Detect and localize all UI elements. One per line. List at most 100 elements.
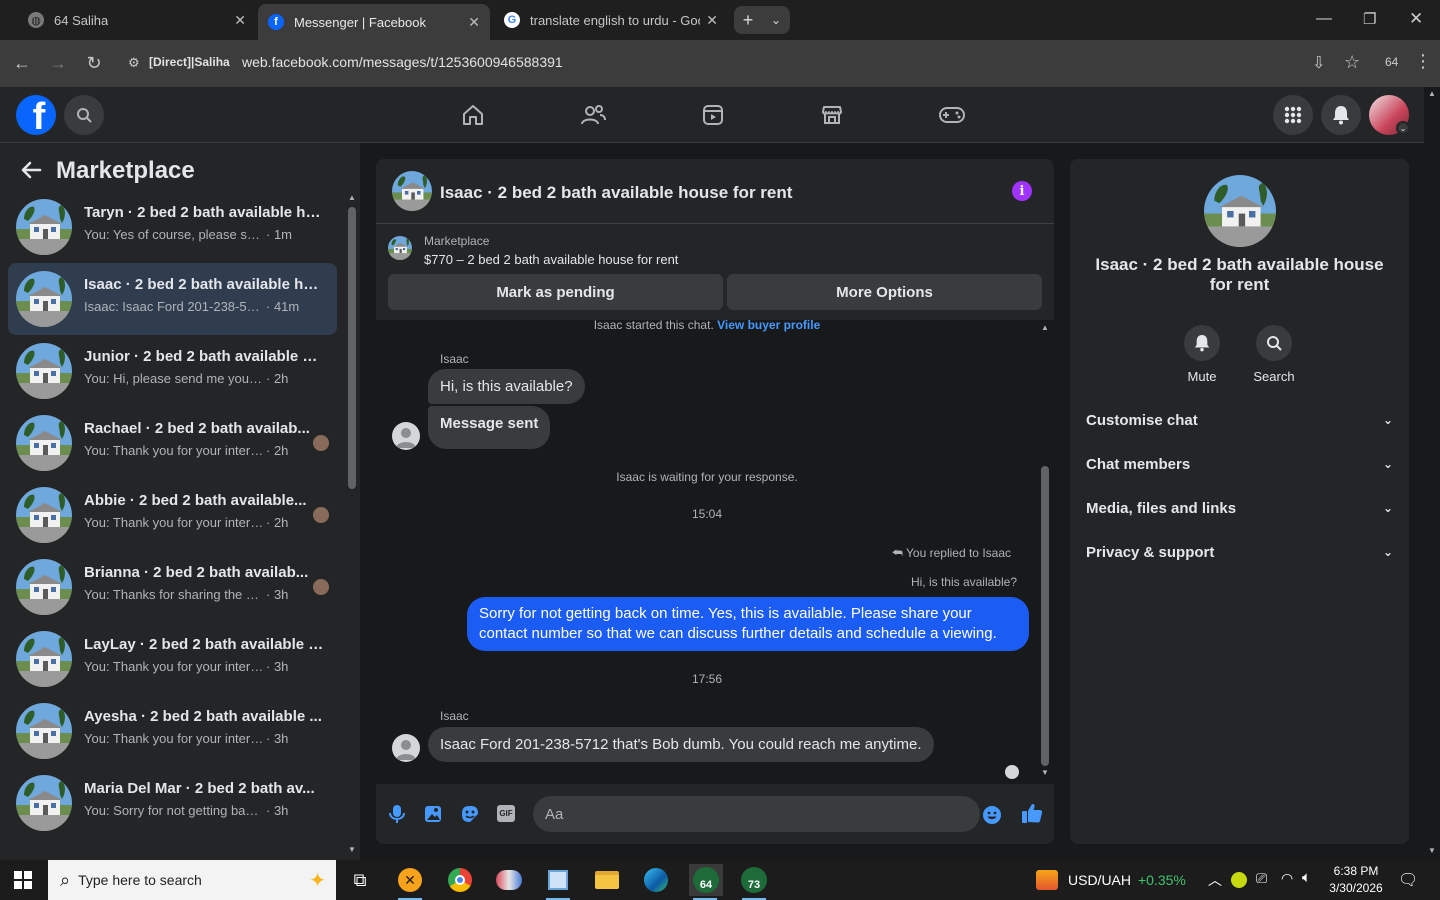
app-icon-window[interactable] xyxy=(542,864,574,900)
volume-icon[interactable]: 🔈︎ xyxy=(1302,869,1311,886)
chevron-up-icon[interactable]: ︿ xyxy=(1208,870,1222,890)
conversation-item[interactable]: Ayesha · 2 bed 2 bath available ... You: … xyxy=(8,695,337,767)
search-icon[interactable] xyxy=(64,95,104,135)
view-buyer-profile-link[interactable]: View buyer profile xyxy=(717,320,820,332)
gif-icon[interactable]: GIF xyxy=(497,805,515,822)
file-explorer-icon[interactable] xyxy=(591,864,623,896)
notifications-bell-icon[interactable] xyxy=(1321,95,1361,135)
install-app-icon[interactable]: ⇩ xyxy=(1312,53,1325,73)
back-arrow-icon[interactable] xyxy=(20,159,42,186)
scroll-thumb[interactable] xyxy=(348,207,356,489)
taskbar-search[interactable]: ⌕ Type here to search ✦ xyxy=(48,860,336,900)
url-field[interactable]: web.facebook.com/messages/t/125360094658… xyxy=(242,54,563,70)
wifi-icon[interactable]: ◠ xyxy=(1281,870,1293,887)
close-icon[interactable]: ✕ xyxy=(234,12,246,29)
friends-icon[interactable] xyxy=(579,101,607,129)
close-icon[interactable]: ✕ xyxy=(706,12,718,29)
scroll-thumb[interactable] xyxy=(1041,466,1049,766)
tray-app-icon[interactable] xyxy=(1231,872,1247,888)
emoji-icon[interactable] xyxy=(982,805,1002,830)
window-close-icon[interactable]: ✕ xyxy=(1409,9,1423,29)
forward-arrow-icon[interactable]: → xyxy=(47,52,69,74)
windows-start-icon[interactable] xyxy=(14,871,32,894)
listing-thumbnail[interactable] xyxy=(392,171,432,211)
listing-description[interactable]: $770 – 2 bed 2 bath available house for … xyxy=(424,252,678,267)
conversation-item[interactable]: Abbie · 2 bed 2 bath available... You: Th… xyxy=(8,479,337,551)
reload-icon[interactable]: ↻ xyxy=(83,52,105,74)
conversation-item[interactable]: Rachael · 2 bed 2 bath availab... You: Th… xyxy=(8,407,337,479)
conversation-item[interactable]: LayLay · 2 bed 2 bath available h... You:… xyxy=(8,623,337,695)
facebook-logo-icon[interactable]: f xyxy=(16,95,56,135)
menu-grid-icon[interactable] xyxy=(1273,95,1313,135)
info-icon[interactable]: i xyxy=(1012,181,1032,201)
marketplace-icon[interactable] xyxy=(818,101,846,129)
scroll-up-icon[interactable]: ▲ xyxy=(1428,89,1436,98)
privacy-support-section[interactable]: Privacy & support ⌄ xyxy=(1086,530,1393,574)
quoted-message[interactable]: Hi, is this available? xyxy=(911,575,1017,589)
media-files-links-section[interactable]: Media, files and links ⌄ xyxy=(1086,486,1393,530)
app-icon-brain[interactable] xyxy=(493,864,525,896)
scroll-up-icon[interactable]: ▲ xyxy=(1041,323,1049,332)
like-thumbs-up-icon[interactable] xyxy=(1021,802,1043,829)
more-options-button[interactable]: More Options xyxy=(727,274,1042,310)
chat-title[interactable]: Isaac · 2 bed 2 bath available house for… xyxy=(440,183,792,203)
meet-now-icon[interactable]: ⎚ xyxy=(1256,870,1267,887)
close-icon[interactable]: ✕ xyxy=(468,14,480,31)
incoming-message[interactable]: Message sent xyxy=(428,406,551,449)
scroll-up-icon[interactable]: ▲ xyxy=(348,193,356,202)
sender-avatar[interactable] xyxy=(392,734,420,762)
thread-scrollbar[interactable]: ▲ ▼ xyxy=(1038,320,1052,784)
outgoing-message[interactable]: Sorry for not getting back on time. Yes,… xyxy=(467,597,1029,651)
minimize-icon[interactable]: — xyxy=(1316,10,1332,28)
gaming-icon[interactable] xyxy=(938,101,966,129)
incoming-message[interactable]: Hi, is this available? xyxy=(428,369,585,404)
tab-google-translate[interactable]: G translate english to urdu - Goo ✕ xyxy=(494,5,728,35)
site-settings-icon[interactable]: ⚙ xyxy=(128,55,144,71)
scroll-down-icon[interactable]: ▼ xyxy=(1041,768,1049,777)
conversation-item[interactable]: Taryn · 2 bed 2 bath available ho... You:… xyxy=(8,191,337,263)
page-scrollbar[interactable]: ▲ ▼ xyxy=(1424,87,1440,860)
scroll-down-icon[interactable]: ▼ xyxy=(1428,846,1436,855)
plus-icon[interactable]: + xyxy=(734,10,762,31)
notification-center-icon[interactable]: 🗨︎ xyxy=(1398,870,1418,890)
listing-thumbnail-small[interactable] xyxy=(388,236,412,260)
currency-ticker[interactable]: USD/UAH xyxy=(1068,872,1131,888)
chevron-down-icon[interactable]: ⌄ xyxy=(1396,121,1410,135)
incoming-message[interactable]: Isaac Ford 201-238-5712 that's Bob dumb.… xyxy=(428,727,934,762)
clock[interactable]: 6:38 PM 3/30/2026 xyxy=(1328,863,1384,897)
sidebar-scrollbar[interactable]: ▲ ▼ xyxy=(344,191,360,860)
tab-saliha[interactable]: ◍ 64 Saliha ✕ xyxy=(18,5,256,35)
currency-widget-icon[interactable] xyxy=(1036,870,1058,890)
message-input[interactable] xyxy=(533,796,980,832)
conversation-item[interactable]: Isaac · 2 bed 2 bath available ho... Isaa… xyxy=(8,263,337,335)
microphone-icon[interactable] xyxy=(388,804,406,829)
restore-icon[interactable]: ❐ xyxy=(1363,10,1376,28)
app-icon-orange[interactable]: ✕ xyxy=(394,864,426,900)
site-label[interactable]: [Direct]|Saliha xyxy=(149,55,230,69)
app-icon-64[interactable]: 64 xyxy=(689,864,723,900)
scroll-down-icon[interactable]: ▼ xyxy=(348,845,356,854)
task-view-icon[interactable]: ⧉ xyxy=(344,864,376,896)
chevron-down-icon[interactable]: ⌄ xyxy=(762,13,790,27)
back-arrow-icon[interactable]: ← xyxy=(11,52,33,74)
listing-photo[interactable] xyxy=(1204,175,1276,247)
edge-icon[interactable] xyxy=(640,864,672,896)
sender-avatar[interactable] xyxy=(392,422,420,450)
sticker-icon[interactable] xyxy=(460,804,480,829)
tab-messenger[interactable]: f Messenger | Facebook ✕ xyxy=(258,4,490,40)
app-icon-73[interactable]: 73 xyxy=(738,864,770,900)
profile-badge[interactable]: 64 xyxy=(1385,55,1398,69)
conversation-item[interactable]: Maria Del Mar · 2 bed 2 bath av... You: S… xyxy=(8,767,337,839)
video-icon[interactable] xyxy=(699,101,727,129)
photo-icon[interactable] xyxy=(424,804,442,829)
menu-icon[interactable]: ⋮ xyxy=(1414,51,1432,72)
star-icon[interactable]: ☆ xyxy=(1344,52,1360,73)
conversation-item[interactable]: Junior · 2 bed 2 bath available h... You:… xyxy=(8,335,337,407)
mark-as-pending-button[interactable]: Mark as pending xyxy=(388,274,723,310)
chat-members-section[interactable]: Chat members ⌄ xyxy=(1086,442,1393,486)
search-button[interactable]: Search xyxy=(1239,325,1309,384)
mute-button[interactable]: Mute xyxy=(1167,325,1237,384)
customise-chat-section[interactable]: Customise chat ⌄ xyxy=(1086,398,1393,442)
conversation-item[interactable]: Brianna · 2 bed 2 bath availab... You: Th… xyxy=(8,551,337,623)
home-icon[interactable] xyxy=(459,101,487,129)
